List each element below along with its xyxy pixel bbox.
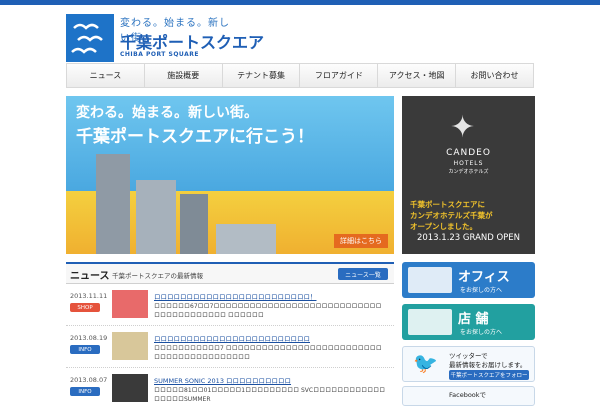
news-item: 2013.08.19 INFO ロロロロロロロロロロロロロロロロロロロロロロロロ… — [66, 326, 394, 368]
candeo-message: 千葉ポートスクエアに カンデオホテルズ千葉が オープンしました。 — [410, 200, 493, 231]
nav-item-access[interactable]: アクセス・地図 — [378, 64, 457, 87]
news-link[interactable]: ロロロロロロロロロロロロロロロロロロロロロロロロ！ — [154, 291, 386, 301]
news-description: ロロロロロ81ロロ01ロロロロロ1ロロロロロロロロロ SVCロロロロロロロロロロ… — [154, 387, 386, 403]
news-link[interactable]: SUMMER SONIC 2013 ロロロロロロロロロロ — [154, 375, 386, 385]
twitter-line-2: 最新情報をお届けします。 — [449, 361, 527, 369]
twitter-follow-button[interactable]: 千葉ポートスクエアをフォロー — [449, 370, 529, 380]
news-item: 2013.11.11 SHOP ロロロロロロロロロロロロロロロロロロロロロロロロ… — [66, 284, 394, 326]
nav-item-contact[interactable]: お問い合わせ — [456, 64, 533, 87]
news-thumbnail[interactable] — [112, 332, 148, 360]
site-logo[interactable]: 変わる。始まる。新しい街。 千葉ポートスクエア CHIBA PORT SQUAR… — [66, 12, 264, 64]
news-description: ロロロロロロロロロロロ7 ロロロロロロロロロロロロロロロロロロロロロロロロロロロ… — [154, 345, 382, 361]
news-thumbnail[interactable] — [112, 374, 148, 402]
news-section: ニュース 千葉ポートスクエアの最新情報 ニュース一覧 2013.11.11 SH… — [66, 262, 394, 403]
news-date: 2013.11.11 — [70, 292, 108, 300]
news-badge: SHOP — [70, 303, 100, 312]
hero-line-1: 変わる。始まる。新しい街。 — [76, 105, 258, 121]
facebook-box[interactable]: Facebookで — [402, 386, 535, 406]
office-sublabel: をお探しの方へ — [460, 287, 503, 294]
candeo-kana: カンデオホテルズ — [448, 169, 489, 175]
news-link[interactable]: ロロロロロロロロロロロロロロロロロロロロロロロロ — [154, 333, 386, 343]
news-item: 2013.08.07 INFO SUMMER SONIC 2013 ロロロロロロ… — [66, 368, 394, 410]
news-list-button[interactable]: ニュース一覧 — [338, 268, 388, 280]
seagull-logo-icon — [66, 14, 114, 62]
star-logo-icon: ✦ — [450, 110, 476, 145]
facebook-line-1: Facebookで — [449, 391, 487, 399]
twitter-bird-icon: 🐦 — [413, 351, 438, 375]
news-date: 2013.08.19 — [70, 334, 108, 342]
office-search-button[interactable]: オフィス をお探しの方へ — [402, 262, 535, 298]
candeo-hotel-banner[interactable]: ✦ CANDEO HOTELS カンデオホテルズ 千葉ポートスクエアに カンデオホ… — [402, 96, 535, 254]
twitter-box: 🐦 ツイッターで 最新情報をお届けします。 千葉ポートスクエアをフォロー — [402, 346, 535, 382]
candeo-open-date: 2013.1.23 GRAND OPEN — [416, 233, 521, 243]
nav-item-tenant[interactable]: テナント募集 — [222, 64, 301, 87]
news-badge: INFO — [70, 387, 100, 396]
building-illustration — [180, 194, 208, 254]
building-illustration — [136, 180, 176, 254]
nav-item-news[interactable]: ニュース — [67, 64, 145, 87]
building-illustration — [96, 154, 130, 254]
news-title: ニュース — [70, 271, 110, 282]
shop-icon — [408, 309, 452, 335]
logo-name-en: CHIBA PORT SQUARE — [120, 51, 199, 58]
news-description: ロロロロロロ67ロロ7ロロロロロロロロロロロロロロロロロロロロロロロロロロロロロ… — [154, 303, 382, 319]
news-thumbnail[interactable] — [112, 290, 148, 318]
news-subtitle: 千葉ポートスクエアの最新情報 — [112, 272, 203, 280]
global-nav: ニュース 施設概要 テナント募集 フロアガイド アクセス・地図 お問い合わせ — [66, 63, 534, 88]
shop-label: 店 舗 — [458, 312, 489, 327]
office-label: オフィス — [458, 270, 510, 285]
hero-detail-button[interactable]: 詳細はこちら — [334, 234, 388, 248]
hero-banner[interactable]: 変わる。始まる。新しい街。 千葉ポートスクエアに行こう！ 詳細はこちら — [66, 96, 394, 254]
office-icon — [408, 267, 452, 293]
logo-name: 千葉ポートスクエア — [120, 33, 265, 52]
news-header: ニュース 千葉ポートスクエアの最新情報 ニュース一覧 — [66, 262, 394, 284]
top-accent-bar — [0, 0, 600, 5]
nav-item-floor[interactable]: フロアガイド — [300, 64, 379, 87]
shop-sublabel: をお探しの方へ — [460, 329, 503, 336]
news-badge: INFO — [70, 345, 100, 354]
nav-item-facility[interactable]: 施設概要 — [144, 64, 223, 87]
building-illustration — [216, 224, 276, 254]
shop-search-button[interactable]: 店 舗 をお探しの方へ — [402, 304, 535, 340]
news-date: 2013.08.07 — [70, 376, 108, 384]
hero-line-2: 千葉ポートスクエアに行こう！ — [76, 127, 314, 147]
candeo-brand: CANDEO — [446, 148, 491, 158]
candeo-sub: HOTELS — [453, 160, 484, 167]
